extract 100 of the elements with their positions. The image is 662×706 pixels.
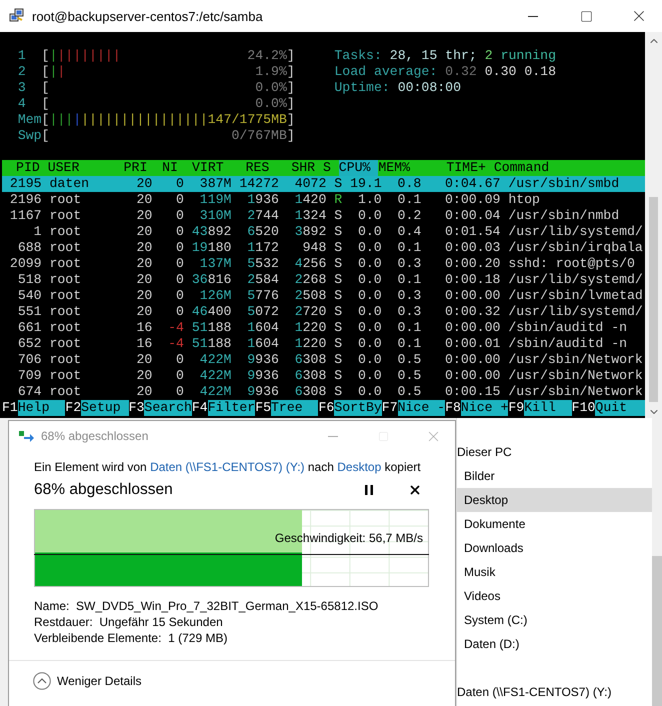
table-cell-text: 0: [175, 176, 184, 192]
key-hint: F9: [508, 400, 524, 416]
table-cell-text: 5072: [246, 304, 279, 320]
table-cell: 46400: [192, 304, 232, 320]
nav-item[interactable]: Videos: [457, 584, 652, 608]
process-row[interactable]: 2195 daten 20 0 387M 14272 4072 S 19.1 0.8 0:04.67 /usr/sbin/smbd: [2, 176, 645, 192]
nav-item[interactable]: Daten (\\FS1-CENTOS7) (Y:): [457, 680, 652, 704]
table-cell: /usr/sbin/Network: [508, 384, 643, 400]
nav-item[interactable]: System (C:): [457, 608, 652, 632]
function-key-button[interactable]: Nice +: [460, 400, 508, 416]
column-header[interactable]: USER: [48, 160, 124, 176]
table-cell-text: 20: [136, 208, 152, 224]
nav-item[interactable]: Dokumente: [457, 512, 652, 536]
key-hint: F8: [445, 400, 461, 416]
process-row[interactable]: 551 root 20 0 46400 5072 2720 S 0.0 0.3 0:00.32 /usr/lib/systemd/: [2, 304, 645, 320]
details-toggle[interactable]: Weniger Details: [33, 672, 142, 690]
table-cell-text: 20: [136, 192, 152, 208]
table-cell-text: 0: [175, 224, 184, 240]
column-header[interactable]: Command: [494, 160, 645, 176]
table-cell-text: 126M: [198, 288, 232, 304]
process-row[interactable]: 709 root 20 0 422M 9936 6308 S 0.0 0.5 0:00.00 /usr/sbin/Network: [2, 368, 645, 384]
table-cell-text: 9936: [246, 352, 279, 368]
location-link[interactable]: Desktop: [337, 460, 382, 474]
table-cell-text: 551: [16, 304, 42, 320]
table-cell-text: 4256: [294, 256, 326, 272]
function-key-button[interactable]: Quit: [595, 400, 645, 416]
column-header[interactable]: S: [322, 160, 339, 176]
table-cell-text: -4: [167, 336, 184, 352]
table-cell-text: 2744: [246, 208, 279, 224]
table-cell-text: 1.0: [356, 192, 382, 208]
function-key-button[interactable]: Search: [144, 400, 192, 416]
nav-item[interactable]: Bilder: [457, 464, 652, 488]
function-key-button[interactable]: Help: [18, 400, 66, 416]
column-header[interactable]: CPU%: [338, 160, 378, 176]
meter-line: 3 [ 0.0%]: [16, 80, 295, 96]
location-link[interactable]: Daten (\\FS1-CENTOS7) (Y:): [150, 460, 305, 474]
speed-label: Geschwindigkeit: 56,7 MB/s: [274, 531, 423, 545]
column-header[interactable]: PID: [2, 160, 48, 176]
table-cell-text: 0.4: [396, 224, 422, 240]
function-key-button[interactable]: Filter: [208, 400, 256, 416]
table-cell-text: root: [49, 288, 82, 304]
process-row[interactable]: 661 root 16 -4 51188 1604 1220 S 0.0 0.1 0:00.00 /sbin/auditd -n: [2, 320, 645, 336]
nav-item[interactable]: Musik: [457, 560, 652, 584]
table-cell-text: 0:04.67: [444, 176, 500, 192]
process-row[interactable]: 706 root 20 0 422M 9936 6308 S 0.0 0.5 0:00.00 /usr/sbin/Network: [2, 352, 645, 368]
process-row[interactable]: 1 root 20 0 43892 6520 3892 S 0.0 0.4 0:01.54 /usr/lib/systemd/: [2, 224, 645, 240]
column-header[interactable]: SHR: [277, 160, 323, 176]
function-key-button[interactable]: Nice -: [398, 400, 446, 416]
table-cell-text: root: [49, 256, 82, 272]
table-cell-text: 688: [16, 240, 42, 256]
function-key-button[interactable]: Setup: [81, 400, 129, 416]
table-cell-text: 422M: [198, 384, 232, 400]
column-header[interactable]: PRI: [124, 160, 156, 176]
column-header[interactable]: MEM%: [378, 160, 418, 176]
table-cell-text: 20: [136, 304, 152, 320]
table-cell-text: 0: [175, 288, 184, 304]
meter-line: Swp[ 0/767MB]: [16, 128, 295, 144]
process-row[interactable]: 2196 root 20 0 119M 1936 1420 R 1.0 0.1 0:00.09 htop: [2, 192, 645, 208]
table-cell-text: 0.0: [356, 336, 382, 352]
process-row[interactable]: 652 root 16 -4 51188 1604 1220 S 0.0 0.1 0:00.01 /sbin/auditd -n: [2, 336, 645, 352]
table-cell-text: 9936: [246, 384, 279, 400]
nav-item[interactable]: Dieser PC: [457, 440, 652, 464]
nav-item[interactable]: Downloads: [457, 536, 652, 560]
nav-item[interactable]: Daten (D:): [457, 632, 652, 656]
table-cell: 51188: [192, 320, 232, 336]
column-header[interactable]: NI: [155, 160, 186, 176]
nav-item[interactable]: Desktop: [457, 488, 652, 512]
table-cell-text: 0: [175, 352, 184, 368]
key-hint: F6: [318, 400, 334, 416]
table-cell-text: 661: [16, 320, 42, 336]
table-cell-text: 2099: [8, 256, 42, 272]
key-hint: F3: [128, 400, 144, 416]
process-row[interactable]: 518 root 20 0 36816 2584 2268 S 0.0 0.1 0:00.18 /usr/lib/systemd/: [2, 272, 645, 288]
column-header[interactable]: RES: [232, 160, 278, 176]
process-row[interactable]: 674 root 20 0 422M 9936 6308 S 0.0 0.5 0:00.15 /usr/sbin/Network: [2, 384, 645, 400]
meter-line: 2 [|| 1.9%]: [16, 64, 295, 80]
table-cell-text: 0.0: [356, 320, 382, 336]
function-key-button[interactable]: Kill: [524, 400, 572, 416]
table-cell-text: 2584: [246, 272, 279, 288]
process-row[interactable]: 1167 root 20 0 310M 2744 1324 S 0.0 0.2 0:00.04 /usr/sbin/nmbd: [2, 208, 645, 224]
process-row[interactable]: 2099 root 20 0 137M 5532 4256 S 0.0 0.3 0:00.20 sshd: root@pts/0: [2, 256, 645, 272]
table-cell-text: 137M: [198, 256, 232, 272]
function-key-button[interactable]: Tree: [271, 400, 318, 416]
table-cell-text: 0.5: [396, 352, 422, 368]
table-cell: /sbin/auditd -n: [508, 336, 628, 352]
function-key-button[interactable]: SortBy: [334, 400, 382, 416]
column-header[interactable]: TIME+: [418, 160, 494, 176]
table-cell: S: [334, 256, 342, 272]
process-row[interactable]: 540 root 20 0 126M 5776 2508 S 0.0 0.3 0:00.00 /usr/sbin/lvmetad: [2, 288, 645, 304]
table-cell-text: 20: [136, 272, 152, 288]
table-cell-text: 0: [175, 240, 184, 256]
meter-line: 1 [||||||||| 24.2%]: [16, 48, 295, 64]
process-row[interactable]: 688 root 20 0 19180 1172 948 S 0.0 0.1 0:00.03 /usr/sbin/irqbala: [2, 240, 645, 256]
table-cell-text: root: [49, 368, 82, 384]
table-cell-text: root: [49, 304, 82, 320]
column-header[interactable]: VIRT: [186, 160, 232, 176]
table-cell-text: 1172: [246, 240, 279, 256]
table-cell: /usr/sbin/nmbd: [508, 208, 620, 224]
table-cell: S: [334, 336, 342, 352]
table-cell-text: root: [49, 192, 82, 208]
